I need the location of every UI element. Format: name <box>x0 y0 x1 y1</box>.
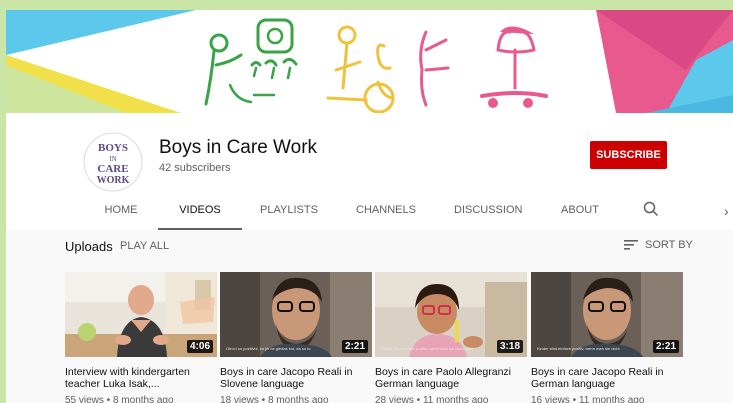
play-all-button[interactable]: PLAY ALL <box>120 240 169 252</box>
video-title[interactable]: Boys in care Jacopo Reali in Slovene lan… <box>220 366 372 390</box>
video-meta: 16 views • 11 months ago <box>531 395 645 403</box>
sort-by-button[interactable]: SORT BY <box>624 239 693 251</box>
video-thumbnail[interactable]: Kinder sind einfach positiv, wenn man si… <box>531 272 683 357</box>
svg-text:CARE: CARE <box>97 163 128 175</box>
channel-banner <box>6 10 733 113</box>
video-meta: 18 views • 8 months ago <box>220 395 329 403</box>
video-card[interactable]: Otroci so pozitivni, ko jih ne gledas ko… <box>220 272 372 403</box>
channel-name: Boys in Care Work <box>159 137 318 158</box>
channel-page: BOYS IN CARE WORK Boys in Care Work 42 s… <box>6 10 733 403</box>
video-thumbnail[interactable]: 4:06 <box>65 272 217 357</box>
video-caption: Kinder sind einfach positiv, wenn man si… <box>537 346 620 351</box>
uploads-bar: Uploads PLAY ALL SORT BY <box>6 232 733 262</box>
svg-text:WORK: WORK <box>97 175 130 186</box>
svg-text:BOYS: BOYS <box>98 142 128 154</box>
video-card[interactable]: Kinder sind einfach positiv, wenn man si… <box>375 272 527 403</box>
video-duration: 3:18 <box>496 340 523 353</box>
chevron-right-icon[interactable]: › <box>724 203 729 219</box>
channel-tabs: HOME VIDEOS PLAYLISTS CHANNELS DISCUSSIO… <box>6 193 733 230</box>
tab-channels[interactable]: CHANNELS <box>352 193 420 228</box>
channel-header: BOYS IN CARE WORK Boys in Care Work 42 s… <box>6 113 733 230</box>
video-meta: 55 views • 8 months ago <box>65 395 174 403</box>
video-duration: 4:06 <box>186 340 213 353</box>
video-duration: 2:21 <box>652 340 679 353</box>
search-icon[interactable] <box>643 201 659 217</box>
video-title[interactable]: Interview with kindergarten teacher Luka… <box>65 366 217 390</box>
tab-about[interactable]: ABOUT <box>558 193 602 228</box>
subscribe-button[interactable]: SUBSCRIBE <box>590 141 667 169</box>
tab-playlists[interactable]: PLAYLISTS <box>252 193 326 228</box>
video-thumbnail[interactable]: Otroci so pozitivni, ko jih ne gledas ko… <box>220 272 372 357</box>
video-title[interactable]: Boys in care Paolo Allegranzi German lan… <box>375 366 527 390</box>
video-meta: 28 views • 11 months ago <box>375 395 489 403</box>
video-card[interactable]: 4:06 Interview with kindergarten teacher… <box>65 272 217 403</box>
video-grid: 4:06 Interview with kindergarten teacher… <box>6 272 733 403</box>
video-duration: 2:21 <box>341 340 368 353</box>
tab-discussion[interactable]: DISCUSSION <box>454 193 522 228</box>
video-caption: Kinder sind einfach positiv, wenn man si… <box>381 346 474 351</box>
tab-videos[interactable]: VIDEOS <box>158 193 242 230</box>
svg-text:IN: IN <box>109 155 116 163</box>
sort-icon <box>624 240 638 250</box>
video-card[interactable]: Kinder sind einfach positiv, wenn man si… <box>531 272 683 403</box>
video-caption: Otroci so pozitivni, ko jih ne gledas ko… <box>226 346 311 351</box>
boys-in-care-work-logo-icon: BOYS IN CARE WORK <box>83 132 143 192</box>
tab-home[interactable]: HOME <box>94 193 148 228</box>
subscriber-count: 42 subscribers <box>159 162 231 174</box>
video-thumbnail[interactable]: Kinder sind einfach positiv, wenn man si… <box>375 272 527 357</box>
sort-by-label: SORT BY <box>645 239 693 251</box>
uploads-title: Uploads <box>65 239 113 254</box>
video-title[interactable]: Boys in care Jacopo Reali in German lang… <box>531 366 683 390</box>
channel-avatar[interactable]: BOYS IN CARE WORK <box>82 131 144 193</box>
